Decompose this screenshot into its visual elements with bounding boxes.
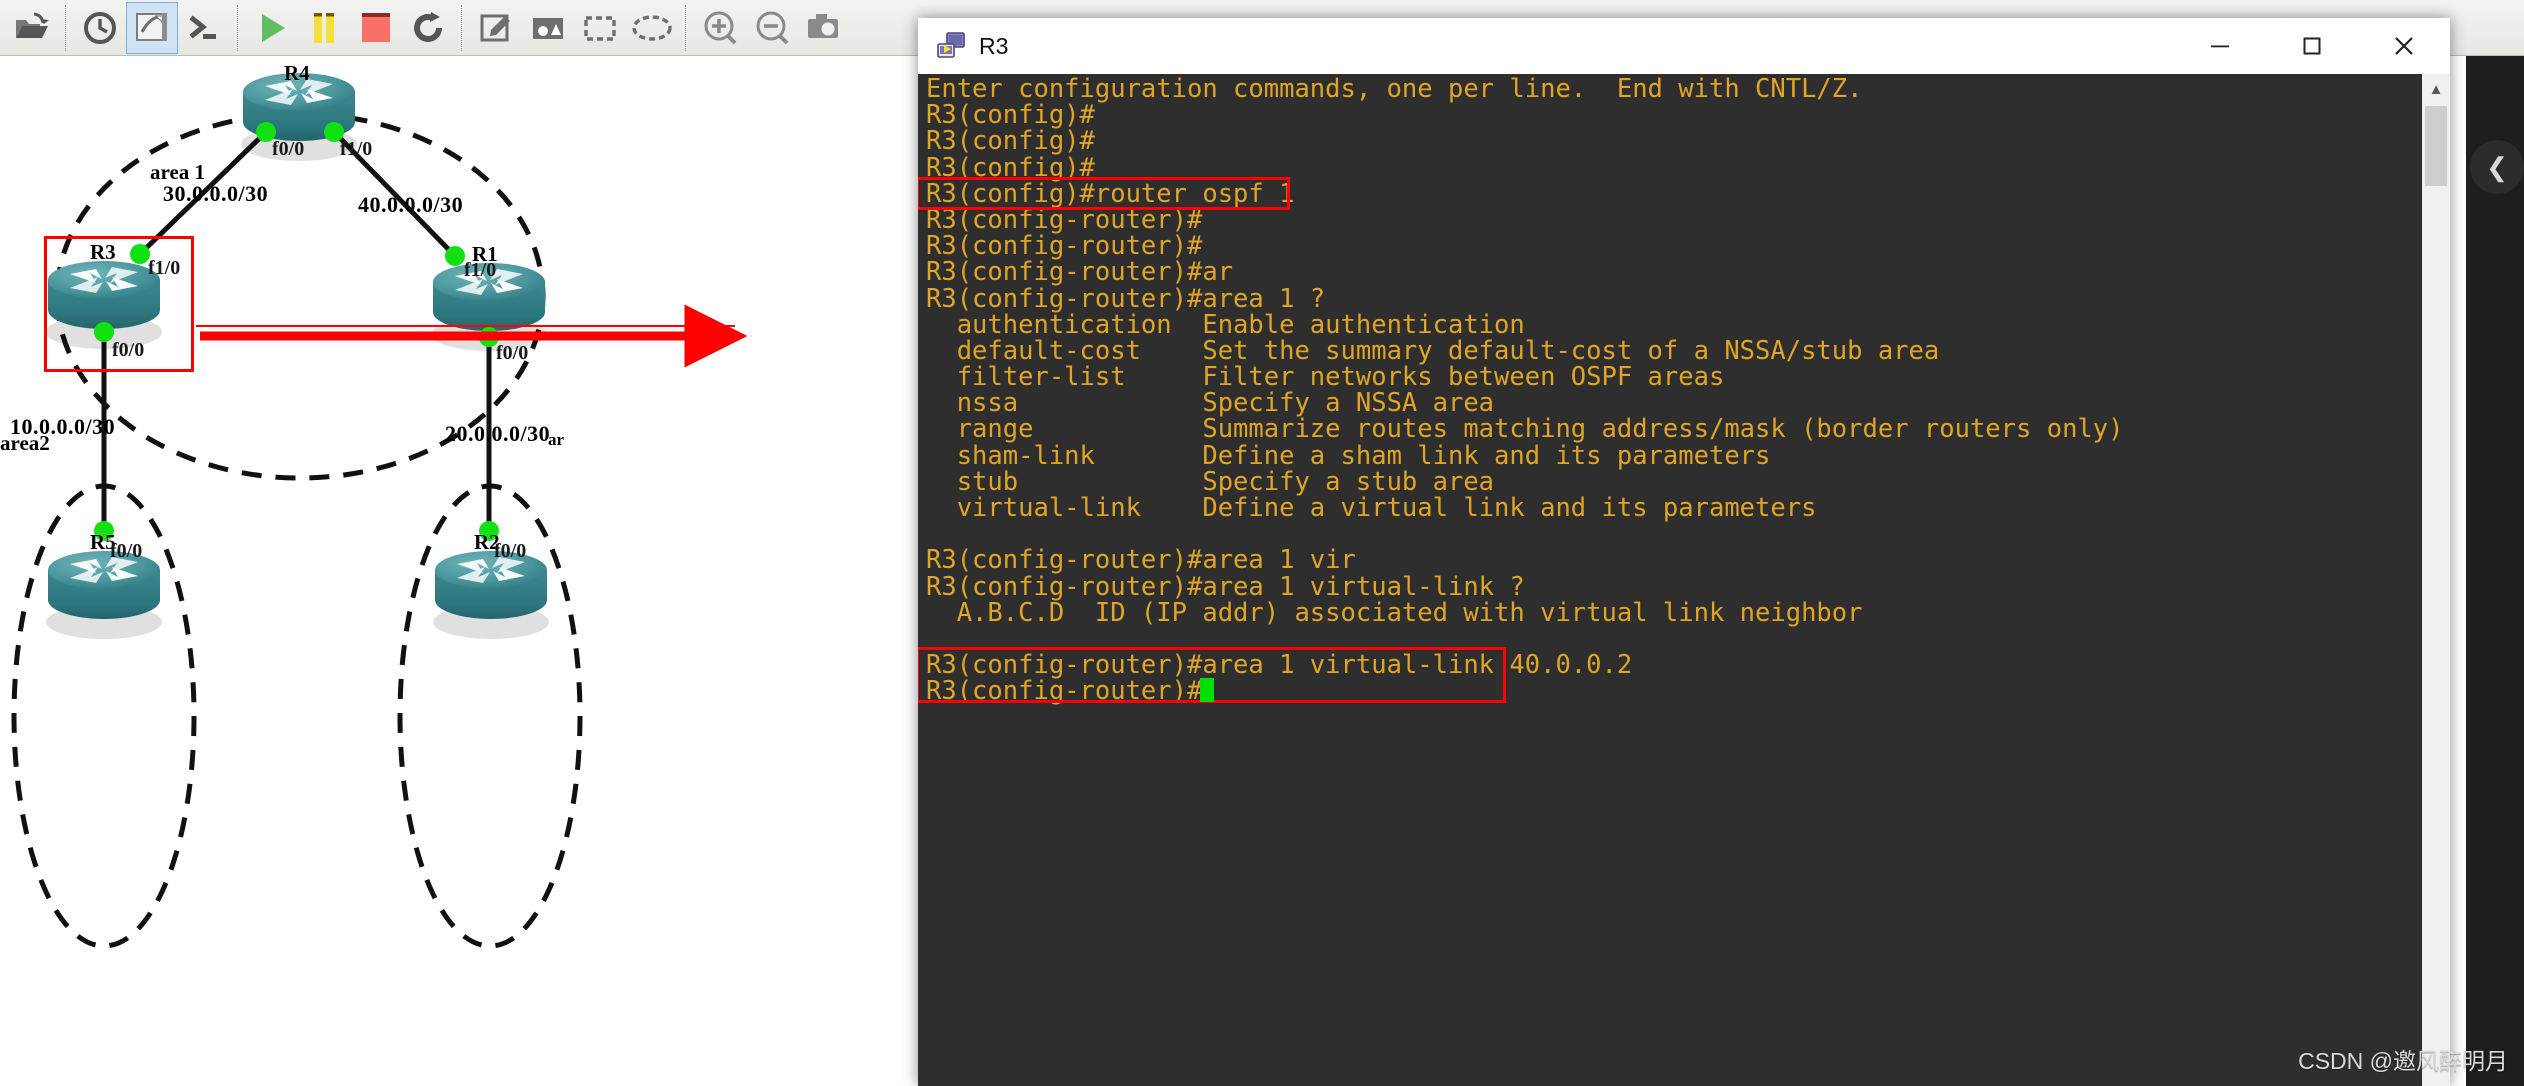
terminal-line: R3(config)# xyxy=(926,152,1095,183)
right-side-panel xyxy=(2466,56,2524,1086)
terminal-line: default-cost Set the summary default-cos… xyxy=(926,335,1940,366)
terminal-lines: Enter configuration commands, one per li… xyxy=(926,76,2386,705)
pause-icon[interactable] xyxy=(298,2,350,54)
reload-icon[interactable] xyxy=(402,2,454,54)
terminal-line: range Summarize routes matching address/… xyxy=(926,414,2124,445)
console-icon[interactable] xyxy=(178,2,230,54)
router-r2 xyxy=(433,551,549,639)
terminal-scroll-thumb[interactable] xyxy=(2425,106,2447,186)
terminal-line: R3(config-router)#area 1 vir xyxy=(926,545,1356,576)
toolbar-separator xyxy=(685,4,687,51)
terminal-line: virtual-link Define a virtual link and i… xyxy=(926,493,1817,523)
interface-label-r4-f10: f1/0 xyxy=(340,138,373,160)
interface-label-r1-f00: f0/0 xyxy=(496,342,529,364)
history-icon[interactable] xyxy=(74,2,126,54)
terminal-line: R3(config-router)# xyxy=(926,204,1203,235)
annotation-box-r3 xyxy=(44,236,194,372)
close-button[interactable] xyxy=(2358,18,2450,74)
screen-root: R4 R3 R1 R5 R2 f0/0 f1/0 f1/0 f0/0 f1/0 … xyxy=(0,0,2524,1086)
toolbar-separator xyxy=(461,4,463,51)
terminal-cursor xyxy=(1200,678,1214,702)
zoom-in-icon[interactable] xyxy=(694,2,746,54)
add-note-icon[interactable] xyxy=(470,2,522,54)
minimize-button[interactable] xyxy=(2174,18,2266,74)
zoom-out-icon[interactable] xyxy=(746,2,798,54)
interface-dot xyxy=(445,246,465,266)
network-label-20: 20.0.0.0/30 xyxy=(445,421,551,446)
area-label-3: ar xyxy=(548,430,565,449)
terminal-line: A.B.C.D ID (IP addr) associated with vir… xyxy=(926,597,1863,628)
terminal-app-icon xyxy=(937,32,965,58)
stop-icon[interactable] xyxy=(350,2,402,54)
toolbar-separator xyxy=(65,4,67,51)
interface-label-r5-f00: f0/0 xyxy=(110,540,143,562)
terminal-line: R3(config)# xyxy=(926,126,1095,157)
area-label-1: area 1 xyxy=(150,160,206,184)
terminal-line: R3(config)#router ospf 1 xyxy=(926,178,1295,209)
terminal-line: nssa Specify a NSSA area xyxy=(926,388,1495,419)
router-label-r4: R4 xyxy=(284,61,310,85)
area-label-2: area2 xyxy=(0,431,50,455)
terminal-line: filter-list Filter networks between OSPF… xyxy=(926,362,1725,393)
terminal-line: R3(config-router)# xyxy=(926,231,1203,262)
scroll-up-arrow-icon[interactable]: ▲ xyxy=(2422,74,2450,104)
chevron-left-icon[interactable]: ❮ xyxy=(2470,140,2524,194)
terminal-line: R3(config-router)#area 1 virtual-link ? xyxy=(926,571,1525,602)
interface-label-r1-f10: f1/0 xyxy=(464,259,497,281)
terminal-scrollbar[interactable] xyxy=(2422,74,2450,1086)
minimize-icon xyxy=(2211,45,2229,48)
watermark-text: CSDN @邀风醉明月 xyxy=(2298,1048,2508,1074)
start-icon[interactable] xyxy=(246,2,298,54)
console-title-bar[interactable]: R3 xyxy=(918,18,2450,74)
insert-picture-icon[interactable] xyxy=(522,2,574,54)
terminal-line: R3(config-router)#area 1 ? xyxy=(926,283,1326,314)
interface-label-r4-f00: f0/0 xyxy=(272,138,305,160)
terminal-line: R3(config-router)# xyxy=(926,676,1203,707)
terminal-line: authentication Enable authentication xyxy=(926,309,1525,340)
open-project-icon[interactable] xyxy=(6,2,58,54)
maximize-icon xyxy=(2303,37,2321,55)
terminal-output-area[interactable]: Enter configuration commands, one per li… xyxy=(918,74,2450,1086)
terminal-line: stub Specify a stub area xyxy=(926,466,1495,497)
close-icon xyxy=(2395,37,2413,55)
terminal-line: R3(config-router)#ar xyxy=(926,257,1234,288)
draw-rectangle-icon[interactable] xyxy=(574,2,626,54)
terminal-line: sham-link Define a sham link and its par… xyxy=(926,440,1771,471)
camera-icon[interactable] xyxy=(798,2,850,54)
network-label-40: 40.0.0.0/30 xyxy=(358,192,464,217)
terminal-line: R3(config)# xyxy=(926,100,1095,131)
topology-canvas[interactable]: R4 R3 R1 R5 R2 f0/0 f1/0 f1/0 f0/0 f1/0 … xyxy=(0,56,940,1086)
toolbar-separator xyxy=(237,4,239,51)
screenshot-icon[interactable] xyxy=(126,1,178,54)
terminal-line: Enter configuration commands, one per li… xyxy=(926,74,1863,104)
terminal-line: R3(config-router)#area 1 virtual-link 40… xyxy=(926,650,1633,681)
console-title-label: R3 xyxy=(979,32,1009,59)
maximize-button[interactable] xyxy=(2266,18,2358,74)
topology-graphics xyxy=(11,73,583,949)
console-window: R3 Enter configuration commands, one per… xyxy=(918,18,2450,1086)
router-r5 xyxy=(46,551,162,639)
interface-label-r2-f00: f0/0 xyxy=(494,540,527,562)
draw-ellipse-icon[interactable] xyxy=(626,2,678,54)
